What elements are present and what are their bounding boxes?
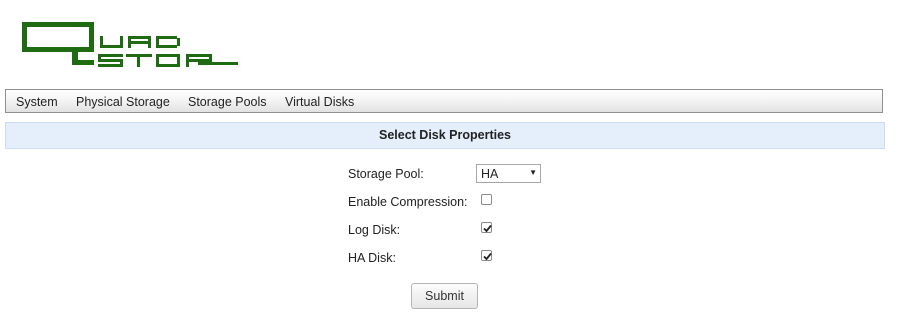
- section-title: Select Disk Properties: [5, 122, 885, 149]
- log-disk-label: Log Disk:: [348, 223, 401, 237]
- checkmark-icon: [483, 252, 492, 261]
- main-nav-bar: System Physical Storage Storage Pools Vi…: [5, 89, 883, 113]
- ha-disk-checkbox[interactable]: [481, 250, 492, 261]
- enable-compression-label: Enable Compression:: [348, 195, 468, 209]
- chevron-down-icon: ▼: [529, 168, 537, 177]
- enable-compression-checkbox[interactable]: [481, 194, 492, 205]
- storage-pool-selected-value: HA: [481, 167, 499, 181]
- quadstor-logo: [22, 22, 238, 68]
- log-disk-checkbox[interactable]: [481, 222, 492, 233]
- submit-button[interactable]: Submit: [411, 283, 478, 309]
- nav-item-virtual-disks[interactable]: Virtual Disks: [285, 95, 354, 109]
- storage-pool-select[interactable]: HA ▼: [476, 164, 541, 183]
- storage-pool-label: Storage Pool:: [348, 167, 424, 181]
- nav-item-storage-pools[interactable]: Storage Pools: [188, 95, 267, 109]
- ha-disk-label: HA Disk:: [348, 251, 396, 265]
- nav-item-physical-storage[interactable]: Physical Storage: [76, 95, 170, 109]
- checkmark-icon: [483, 224, 492, 233]
- nav-item-system[interactable]: System: [16, 95, 58, 109]
